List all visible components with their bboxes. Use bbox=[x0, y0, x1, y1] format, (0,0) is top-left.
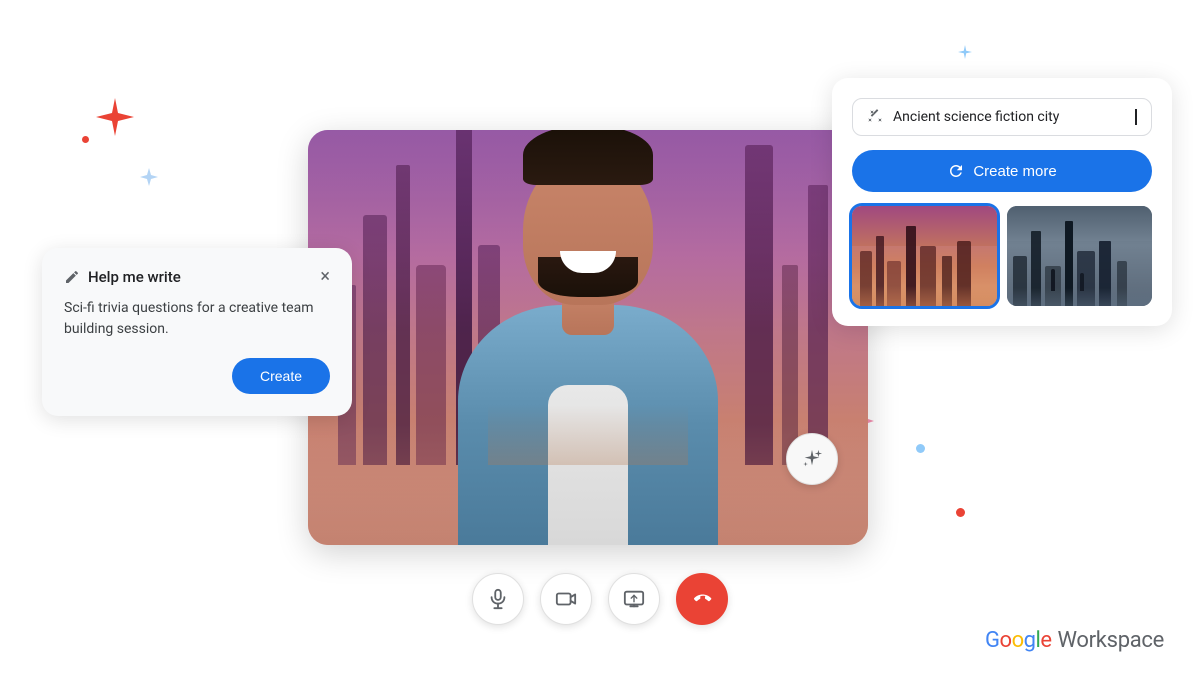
dot-blue-right bbox=[916, 444, 925, 453]
text-cursor bbox=[1135, 109, 1137, 125]
card-header: Help me write × bbox=[64, 268, 330, 286]
help-write-body: Sci-fi trivia questions for a creative t… bbox=[64, 298, 330, 340]
thumb-img-warm bbox=[852, 206, 997, 306]
refresh-icon bbox=[947, 162, 965, 180]
ai-image-card: Ancient science fiction city Create more bbox=[832, 78, 1172, 326]
video-card bbox=[308, 130, 868, 545]
google-workspace-branding: Google Workspace bbox=[985, 628, 1164, 653]
close-button[interactable]: × bbox=[320, 268, 330, 286]
google-logo: Google bbox=[985, 628, 1051, 653]
pen-icon bbox=[64, 269, 80, 285]
google-letter-g2: g bbox=[1024, 628, 1036, 653]
thumb-img-cool bbox=[1007, 206, 1152, 306]
sparkle-top-right bbox=[958, 44, 972, 63]
google-letter-g: G bbox=[985, 628, 1000, 653]
workspace-label: Workspace bbox=[1058, 628, 1165, 653]
camera-button[interactable] bbox=[540, 573, 592, 625]
sparkle-top-left-red bbox=[96, 98, 134, 140]
mic-button[interactable] bbox=[472, 573, 524, 625]
prompt-text: Ancient science fiction city bbox=[893, 109, 1124, 125]
person-hands bbox=[488, 405, 688, 465]
dot-red-left bbox=[82, 136, 89, 143]
create-more-button[interactable]: Create more bbox=[852, 150, 1152, 192]
magic-effects-button[interactable] bbox=[786, 433, 838, 485]
person-hair bbox=[523, 130, 653, 185]
help-me-write-card: Help me write × Sci-fi trivia questions … bbox=[42, 248, 352, 416]
google-letter-e: e bbox=[1040, 628, 1051, 653]
sparkle-left-blue bbox=[140, 168, 158, 190]
google-letter-o2: o bbox=[1012, 628, 1024, 653]
card-title-row: Help me write bbox=[64, 268, 181, 286]
image-results-grid bbox=[852, 206, 1152, 306]
end-call-button[interactable] bbox=[676, 573, 728, 625]
ai-prompt-input[interactable]: Ancient science fiction city bbox=[852, 98, 1152, 136]
video-controls-bar bbox=[472, 573, 728, 625]
wand-icon bbox=[867, 109, 883, 125]
dot-red-right bbox=[956, 508, 965, 517]
screen-share-button[interactable] bbox=[608, 573, 660, 625]
person bbox=[428, 165, 748, 545]
image-result-1[interactable] bbox=[852, 206, 997, 306]
google-letter-o1: o bbox=[1000, 628, 1012, 653]
image-result-2[interactable] bbox=[1007, 206, 1152, 306]
create-button[interactable]: Create bbox=[232, 358, 330, 394]
help-write-title: Help me write bbox=[88, 268, 181, 286]
